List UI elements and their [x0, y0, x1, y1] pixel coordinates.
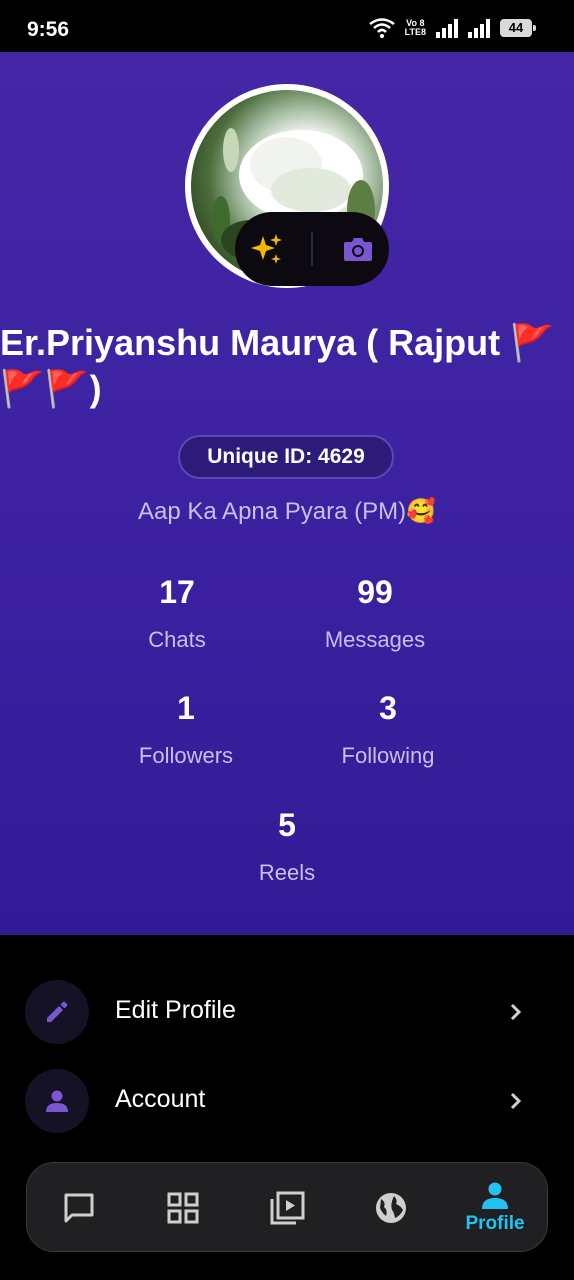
unique-id-badge[interactable]: Unique ID: 4629	[178, 435, 394, 479]
chevron-right-icon	[510, 1092, 522, 1110]
stat-reels[interactable]: 5 Reels	[187, 807, 387, 886]
stat-value: 3	[379, 690, 397, 726]
nav-label-profile: Profile	[465, 1213, 525, 1234]
stat-label: Chats	[148, 627, 206, 652]
nav-chats[interactable]	[39, 1163, 119, 1253]
chevron-right-icon	[510, 1003, 522, 1021]
menu-label: Account	[115, 1085, 206, 1113]
grid-icon	[167, 1192, 199, 1224]
stat-label: Reels	[258, 860, 316, 885]
status-bar: 9:56 Vo 8 LTE8 44	[0, 0, 574, 52]
stat-followers[interactable]: 1 Followers	[86, 690, 286, 769]
status-icons: Vo 8 LTE8 44	[368, 18, 536, 38]
pill-divider	[310, 232, 313, 266]
chat-icon	[64, 1193, 94, 1223]
nav-profile[interactable]: Profile	[455, 1163, 535, 1253]
signal-icon-2	[468, 18, 490, 38]
profile-bio: Aap Ka Apna Pyara (PM)🥰	[137, 498, 437, 525]
menu-item-edit-profile[interactable]: Edit Profile	[25, 980, 549, 1044]
status-time: 9:56	[27, 18, 70, 41]
stat-label: Followers	[138, 743, 234, 768]
stat-following[interactable]: 3 Following	[288, 690, 488, 769]
profile-header: Er.Priyanshu Maurya ( Rajput 🚩🚩🚩) Unique…	[0, 52, 574, 935]
globe-icon	[376, 1193, 406, 1223]
stat-value: 5	[278, 807, 296, 843]
reels-icon	[270, 1191, 305, 1225]
menu-label: Edit Profile	[115, 996, 236, 1024]
stat-chats[interactable]: 17 Chats	[77, 574, 277, 653]
person-icon	[25, 1069, 89, 1133]
person-icon	[482, 1182, 508, 1209]
volte-indicator: Vo 8 LTE8	[405, 19, 426, 37]
signal-icon	[436, 18, 458, 38]
avatar-action-pill	[235, 212, 389, 286]
sparkle-icon[interactable]	[248, 231, 284, 267]
nav-reels[interactable]	[247, 1163, 327, 1253]
stat-label: Messages	[324, 627, 426, 652]
camera-icon[interactable]	[340, 231, 376, 267]
pencil-icon	[25, 980, 89, 1044]
stat-messages[interactable]: 99 Messages	[275, 574, 475, 653]
stat-value: 17	[159, 574, 195, 610]
nav-explore[interactable]	[143, 1163, 223, 1253]
profile-name: Er.Priyanshu Maurya ( Rajput 🚩🚩🚩)	[0, 322, 555, 409]
stat-label: Following	[341, 743, 435, 768]
menu-item-account[interactable]: Account	[25, 1069, 549, 1133]
battery-icon: 44	[500, 19, 536, 37]
wifi-icon	[368, 18, 395, 38]
volte-bottom: LTE8	[404, 27, 426, 37]
stat-value: 99	[357, 574, 393, 610]
nav-world[interactable]	[351, 1163, 431, 1253]
stat-value: 1	[177, 690, 195, 726]
bottom-nav: Profile	[26, 1162, 548, 1252]
